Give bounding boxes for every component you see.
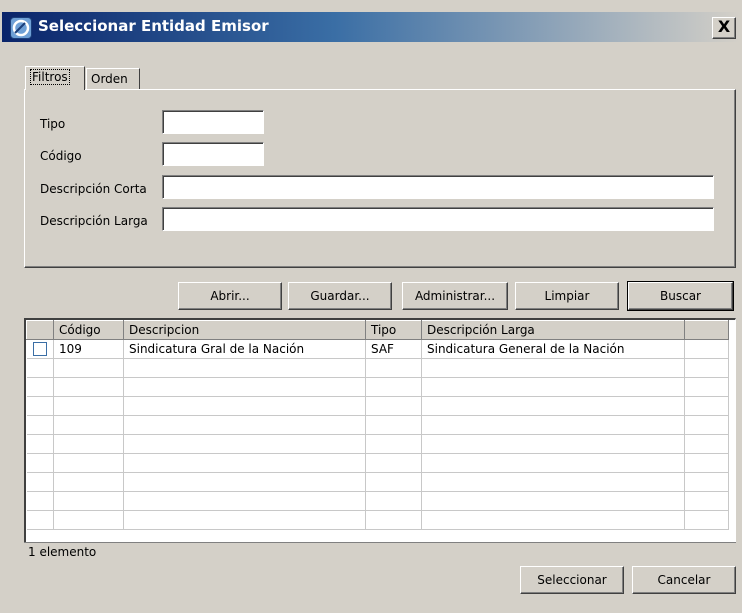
cell-tipo: SAF bbox=[365, 339, 422, 359]
status-bar: 1 elemento bbox=[24, 542, 736, 562]
window-title: Seleccionar Entidad Emisor bbox=[38, 17, 269, 35]
guardar-button[interactable]: Guardar... bbox=[288, 282, 392, 310]
table-header-row: Código Descripcion Tipo Descripción Larg… bbox=[26, 320, 729, 340]
buscar-button[interactable]: Buscar bbox=[627, 281, 734, 311]
row-checkbox[interactable] bbox=[32, 342, 47, 357]
cell-desc-larga: Sindicatura General de la Nación bbox=[421, 339, 685, 359]
empty-row bbox=[26, 510, 729, 530]
tab-orden[interactable]: Orden bbox=[86, 68, 140, 90]
col-descripcion[interactable]: Descripcion bbox=[123, 320, 366, 340]
cell-codigo: 109 bbox=[53, 339, 124, 359]
col-select[interactable] bbox=[26, 320, 54, 340]
col-codigo[interactable]: Código bbox=[53, 320, 124, 340]
limpiar-button[interactable]: Limpiar bbox=[515, 282, 619, 310]
results-table[interactable]: Código Descripcion Tipo Descripción Larg… bbox=[24, 318, 736, 562]
seleccionar-button[interactable]: Seleccionar bbox=[520, 566, 624, 594]
col-desc-larga[interactable]: Descripción Larga bbox=[421, 320, 685, 340]
cell-descripcion: Sindicatura Gral de la Nación bbox=[123, 339, 366, 359]
empty-row bbox=[26, 434, 729, 454]
col-extra bbox=[684, 320, 729, 340]
close-icon: X bbox=[717, 17, 731, 36]
empty-row bbox=[26, 453, 729, 473]
desc-larga-label: Descripción Larga bbox=[40, 214, 148, 228]
empty-row bbox=[26, 358, 729, 378]
app-icon bbox=[10, 17, 32, 39]
administrar-button[interactable]: Administrar... bbox=[402, 282, 508, 310]
table-row[interactable]: 109 Sindicatura Gral de la Nación SAF Si… bbox=[26, 339, 729, 359]
desc-larga-input[interactable] bbox=[162, 207, 714, 231]
cell-extra bbox=[684, 339, 729, 359]
tipo-label: Tipo bbox=[40, 117, 66, 131]
empty-row bbox=[26, 491, 729, 511]
empty-row bbox=[26, 472, 729, 492]
tab-filtros[interactable]: Filtros bbox=[25, 66, 85, 90]
tab-orden-label: Orden bbox=[91, 72, 128, 86]
tab-filtros-label: Filtros bbox=[30, 69, 70, 85]
tipo-input[interactable] bbox=[162, 110, 264, 134]
codigo-input[interactable] bbox=[162, 142, 264, 166]
empty-row bbox=[26, 377, 729, 397]
cancelar-button[interactable]: Cancelar bbox=[632, 566, 736, 594]
col-tipo[interactable]: Tipo bbox=[365, 320, 422, 340]
empty-row bbox=[26, 396, 729, 416]
title-bar[interactable]: Seleccionar Entidad Emisor X bbox=[2, 12, 740, 42]
status-text: 1 elemento bbox=[28, 545, 97, 559]
abrir-button[interactable]: Abrir... bbox=[178, 282, 282, 310]
row-checkbox-cell[interactable] bbox=[26, 339, 54, 359]
close-button[interactable]: X bbox=[712, 17, 736, 39]
empty-row bbox=[26, 415, 729, 435]
codigo-label: Código bbox=[40, 149, 82, 163]
dialog-window: Seleccionar Entidad Emisor X Filtros Ord… bbox=[0, 0, 742, 613]
desc-corta-label: Descripción Corta bbox=[40, 182, 147, 196]
desc-corta-input[interactable] bbox=[162, 175, 714, 199]
